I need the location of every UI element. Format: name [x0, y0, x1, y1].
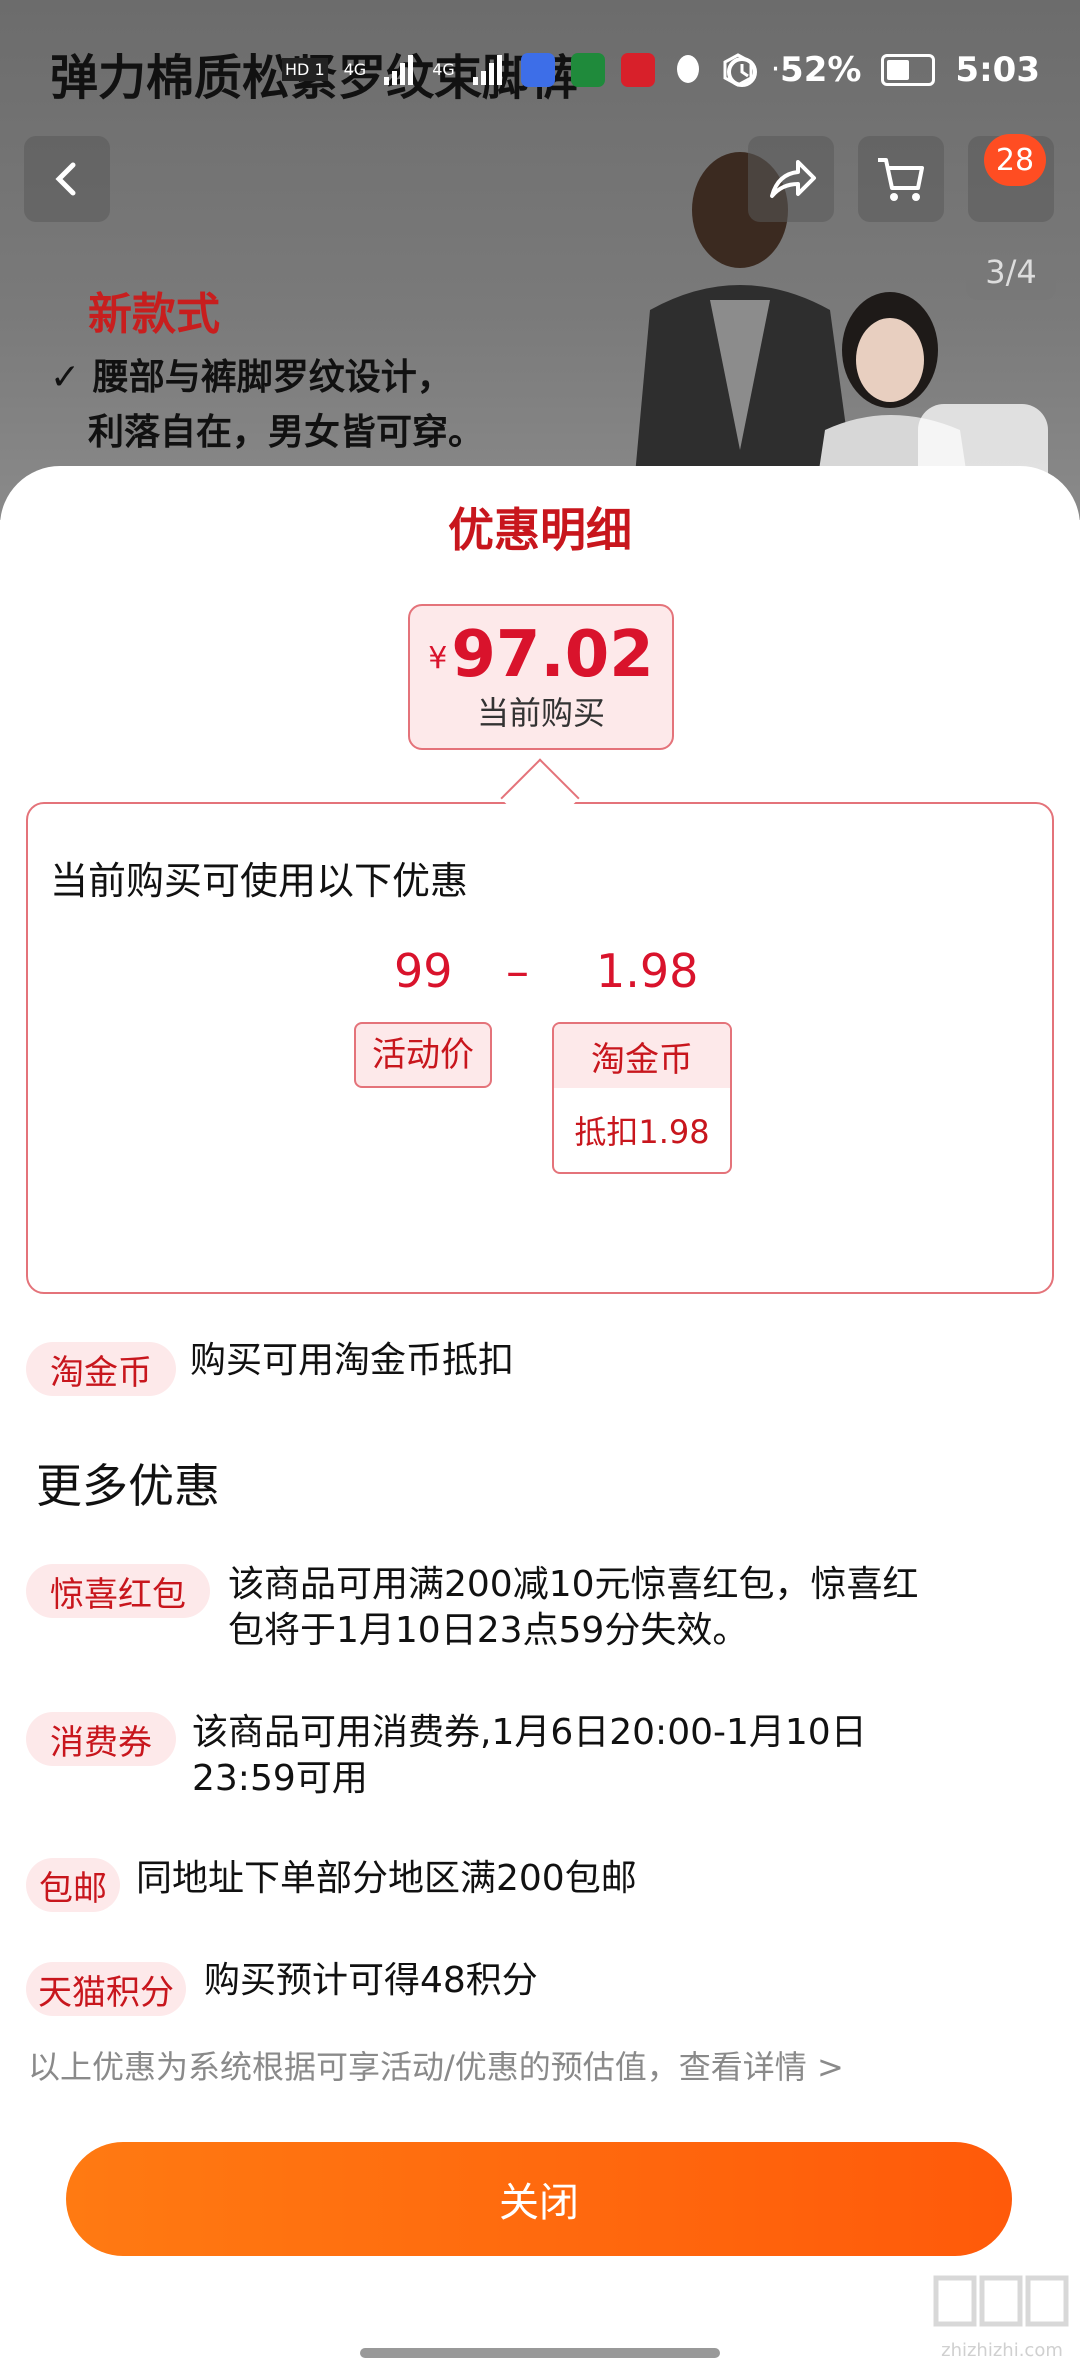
offer-text-red-packet: 该商品可用满200减10元惊喜红包，惊喜红 包将于1月10日23点59分失效。	[228, 1562, 919, 1654]
qq-icon	[676, 54, 699, 83]
offer-tag-red-packet: 惊喜红包	[26, 1564, 210, 1618]
offer-text-tmall-points: 购买预计可得48积分	[204, 1960, 538, 2001]
promo-line-2: 利落自在，男女皆可穿。	[88, 412, 485, 453]
status-right: 52% 5:03	[724, 50, 1040, 90]
offer-tag-free-shipping: 包邮	[26, 1858, 120, 1912]
current-price-box: ¥97.02 当前购买	[408, 604, 674, 750]
bank-app-icon	[620, 52, 655, 87]
music-app-icon	[520, 52, 555, 87]
minus-operator: –	[506, 944, 529, 998]
share-button[interactable]	[748, 136, 834, 222]
offer-line: 包将于1月10日23点59分失效。	[228, 1610, 749, 1651]
promo-description: ✓ 腰部与裤脚罗纹设计， 利落自在，男女皆可穿。	[50, 350, 484, 460]
post-app-icon	[570, 52, 605, 87]
chevron-left-icon	[55, 162, 76, 196]
share-icon	[770, 160, 816, 198]
network-hd1-label: HD 1	[282, 58, 328, 81]
offer-line: 该商品可用满200减10元惊喜红包，惊喜红	[228, 1564, 919, 1605]
offer-text-free-shipping: 同地址下单部分地区满200包邮	[136, 1858, 637, 1899]
offer-line: 该商品可用消费券,1月6日20:00-1月10日	[192, 1712, 867, 1753]
coin-row-tag: 淘金币	[26, 1342, 176, 1396]
coin-deduction-box: 淘金币 抵扣1.98	[552, 1022, 732, 1174]
cart-icon	[878, 158, 924, 201]
activity-price-tag: 活动价	[354, 1022, 492, 1088]
current-price: 97.02	[451, 618, 654, 692]
promo-title: 新款式	[88, 289, 220, 340]
promo-line-1: ✓ 腰部与裤脚罗纹设计，	[50, 357, 453, 398]
close-button[interactable]: 关闭	[66, 2142, 1012, 2256]
base-price: 99	[394, 944, 453, 998]
watermark-logo: zhizhizhi.com	[933, 2275, 1069, 2361]
battery-icon	[881, 54, 936, 86]
calc-title: 当前购买可使用以下优惠	[50, 859, 469, 903]
home-indicator[interactable]	[360, 2348, 720, 2358]
network-4g-label-2: 4G	[432, 60, 455, 79]
offer-tag-tmall-points: 天猫积分	[26, 1962, 186, 2016]
coin-tag: 淘金币	[554, 1024, 730, 1088]
status-bar: 弹力棉质松紧罗纹束脚裤 HD 1 4G 4G ··· 52% 5:03	[0, 0, 1080, 140]
coin-row-text: 购买可用淘金币抵扣	[190, 1340, 515, 1381]
more-offers-heading: 更多优惠	[36, 1459, 220, 1513]
signal-icon-2	[472, 54, 502, 85]
cart-count-badge: 28	[984, 134, 1046, 186]
view-details-link[interactable]: 以上优惠为系统根据可享活动/优惠的预估值，查看详情 >	[28, 2042, 844, 2088]
discount-amount: 1.98	[596, 944, 699, 998]
network-4g-label: 4G	[343, 60, 367, 79]
price-row: ¥97.02	[410, 618, 672, 692]
sheet-title: 优惠明细	[448, 503, 632, 557]
battery-percent: 52%	[780, 50, 862, 90]
clock-time: 5:03	[955, 50, 1040, 90]
currency-symbol: ¥	[428, 641, 448, 676]
coin-deduction-amount: 抵扣1.98	[574, 1113, 710, 1151]
offer-tag-coupon: 消费券	[26, 1712, 176, 1766]
image-page-indicator: 3/4	[966, 244, 1056, 300]
signal-icon	[384, 54, 414, 85]
cart-button[interactable]	[858, 136, 944, 222]
alarm-icon	[727, 57, 758, 87]
product-background: 新款式 ✓ 腰部与裤脚罗纹设计， 利落自在，男女皆可穿。 28 3/4 弹力棉质…	[0, 0, 1080, 520]
watermark-text: zhizhizhi.com	[941, 2340, 1063, 2361]
back-button[interactable]	[24, 136, 110, 222]
offer-text-coupon: 该商品可用消费券,1月6日20:00-1月10日 23:59可用	[192, 1710, 867, 1802]
offer-line: 23:59可用	[192, 1758, 368, 1799]
discount-detail-sheet	[0, 466, 1080, 2376]
current-price-label: 当前购买	[476, 694, 605, 732]
status-icons: HD 1 4G 4G ···	[282, 52, 799, 87]
